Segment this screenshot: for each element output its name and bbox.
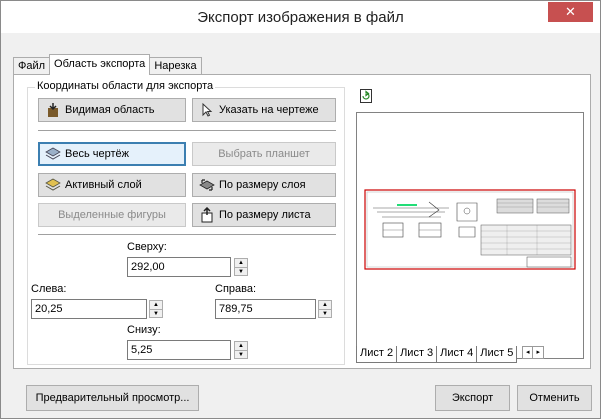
preview-panel: [356, 112, 584, 359]
drawing-thumbnail: [364, 189, 576, 270]
choose-tablet-label: Выбрать планшет: [218, 148, 310, 160]
sheet-tab[interactable]: Лист 4: [436, 346, 478, 363]
bottom-spinner[interactable]: ▲ ▼: [234, 341, 248, 359]
spin-down-icon[interactable]: ▼: [319, 309, 331, 317]
right-spinner[interactable]: ▲ ▼: [318, 300, 332, 318]
left-spinner[interactable]: ▲ ▼: [149, 300, 163, 318]
refresh-preview-icon[interactable]: [359, 88, 373, 104]
whole-drawing-label: Весь чертёж: [65, 148, 129, 160]
selected-shapes-label: Выделенные фигуры: [58, 209, 166, 221]
active-layer-label: Активный слой: [65, 179, 142, 191]
tab-export-area[interactable]: Область экспорта: [49, 54, 151, 75]
bottom-label: Снизу:: [127, 324, 161, 336]
choose-tablet-button[interactable]: Выбрать планшет: [192, 142, 336, 166]
sheet-tab[interactable]: Лист 2: [356, 346, 398, 363]
title-bar: Экспорт изображения в файл ✕: [1, 1, 600, 33]
spin-up-icon[interactable]: ▲: [150, 301, 162, 309]
cursor-arrow-icon: [199, 102, 215, 118]
sheet-tabs: Лист 2 Лист 3 Лист 4 Лист 5 ◂ ▸: [356, 346, 545, 363]
close-button[interactable]: ✕: [548, 2, 593, 22]
right-label: Справа:: [215, 283, 257, 295]
visible-area-icon: [45, 102, 61, 118]
cancel-button[interactable]: Отменить: [517, 385, 592, 411]
spin-down-icon[interactable]: ▼: [235, 350, 247, 358]
pick-on-drawing-label: Указать на чертеже: [219, 104, 319, 116]
export-button[interactable]: Экспорт: [435, 385, 510, 411]
fit-layer-icon: [199, 177, 215, 193]
active-layer-icon: [45, 177, 61, 193]
fit-sheet-label: По размеру листа: [219, 209, 311, 221]
close-icon: ✕: [565, 4, 576, 19]
right-input[interactable]: 789,75: [215, 299, 316, 319]
preview-button[interactable]: Предварительный просмотр...: [26, 385, 199, 411]
left-input[interactable]: 20,25: [31, 299, 147, 319]
export-button-label: Экспорт: [451, 392, 494, 404]
scroll-right-icon[interactable]: ▸: [533, 346, 545, 359]
sheet-tab[interactable]: Лист 5: [476, 346, 518, 363]
layers-icon: [45, 146, 61, 162]
tab-slicing[interactable]: Нарезка: [149, 57, 202, 75]
fit-layer-button[interactable]: По размеру слоя: [192, 173, 336, 197]
whole-drawing-button[interactable]: Весь чертёж: [38, 142, 186, 166]
coords-group-legend: Координаты области для экспорта: [35, 80, 216, 92]
top-label: Сверху:: [127, 241, 167, 253]
fit-sheet-button[interactable]: По размеру листа: [192, 203, 336, 227]
pick-on-drawing-button[interactable]: Указать на чертеже: [192, 98, 336, 122]
scroll-left-icon[interactable]: ◂: [522, 346, 534, 359]
top-input[interactable]: 292,00: [127, 257, 231, 277]
dialog-title: Экспорт изображения в файл: [197, 8, 404, 26]
sheet-scroll: ◂ ▸: [522, 346, 545, 360]
fit-layer-label: По размеру слоя: [219, 179, 306, 191]
top-spinner[interactable]: ▲ ▼: [234, 258, 248, 276]
spin-up-icon[interactable]: ▲: [235, 259, 247, 267]
selected-shapes-button[interactable]: Выделенные фигуры: [38, 203, 186, 227]
tab-strip: Файл Область экспорта Нарезка: [13, 54, 202, 75]
tab-file[interactable]: Файл: [13, 57, 51, 75]
visible-area-button[interactable]: Видимая область: [38, 98, 186, 122]
spin-up-icon[interactable]: ▲: [235, 342, 247, 350]
fit-sheet-icon: [199, 206, 215, 223]
spin-down-icon[interactable]: ▼: [235, 267, 247, 275]
export-dialog: Экспорт изображения в файл ✕ Файл Област…: [0, 0, 601, 419]
spin-up-icon[interactable]: ▲: [319, 301, 331, 309]
sheet-tab[interactable]: Лист 3: [396, 346, 438, 363]
left-label: Слева:: [31, 283, 67, 295]
preview-button-label: Предварительный просмотр...: [35, 392, 190, 404]
separator-2: [38, 234, 336, 235]
active-layer-button[interactable]: Активный слой: [38, 173, 186, 197]
cancel-button-label: Отменить: [529, 392, 580, 404]
bottom-input[interactable]: 5,25: [127, 340, 231, 360]
separator-1: [38, 130, 336, 131]
spin-down-icon[interactable]: ▼: [150, 309, 162, 317]
visible-area-label: Видимая область: [65, 104, 155, 116]
